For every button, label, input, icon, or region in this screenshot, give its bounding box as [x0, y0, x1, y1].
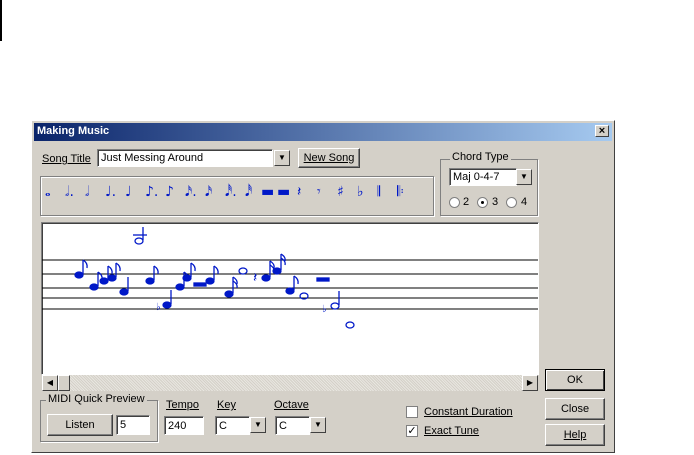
chord-radio-3-label: 3: [492, 196, 499, 208]
palette-note-icon[interactable]: ♭: [357, 184, 364, 200]
note-flat-half[interactable]: ♭: [322, 291, 340, 315]
octave-select[interactable]: C: [275, 416, 310, 435]
palette-note-icon[interactable]: ▬: [261, 184, 274, 200]
palette-note-icon[interactable]: 𝄂: [377, 184, 380, 200]
midi-count-value: 5: [120, 419, 127, 431]
chord-radio-2-label: 2: [463, 196, 470, 208]
title-bar: Making Music ×: [34, 123, 612, 141]
note-whole-low[interactable]: [345, 321, 355, 329]
listen-button[interactable]: Listen: [47, 414, 113, 436]
rest-half[interactable]: [193, 282, 207, 287]
dialog-title: Making Music: [37, 125, 110, 137]
palette-note-icon[interactable]: 𝅘𝅥𝅯: [205, 184, 212, 200]
constant-duration-label: Constant Duration: [424, 406, 513, 418]
song-title-value: Just Messing Around: [101, 152, 204, 164]
midi-preview-title: MIDI Quick Preview: [46, 393, 147, 405]
palette-note-icon[interactable]: ♪.: [145, 184, 158, 200]
note-quarter[interactable]: [119, 277, 129, 296]
key-dropdown-icon[interactable]: ▼: [250, 417, 266, 433]
palette-note-icon[interactable]: ♯: [337, 184, 344, 200]
close-button[interactable]: Close: [545, 398, 605, 420]
note-eighth[interactable]: [145, 265, 159, 285]
new-song-button[interactable]: New Song: [298, 148, 360, 168]
palette-note-icon[interactable]: 𝅘𝅥𝅯.: [185, 184, 197, 200]
chord-radio-3[interactable]: [477, 197, 488, 208]
note-sixteenth[interactable]: [224, 276, 238, 298]
close-window-button[interactable]: ×: [595, 125, 609, 137]
palette-note-icon[interactable]: 𝅗𝅥.: [65, 184, 74, 200]
key-label: Key: [217, 399, 236, 411]
chord-radio-4[interactable]: [506, 197, 517, 208]
palette-note-icon[interactable]: 𝅘𝅥𝅰: [245, 184, 252, 200]
tempo-label: Tempo: [166, 399, 200, 411]
key-select[interactable]: C: [215, 416, 250, 435]
scroll-thumb[interactable]: [58, 375, 70, 391]
octave-value: C: [279, 420, 287, 432]
constant-duration-checkbox[interactable]: [406, 406, 418, 418]
palette-note-icon[interactable]: 𝅗𝅥: [85, 184, 89, 200]
rest-whole[interactable]: [316, 277, 330, 282]
song-title-combobox[interactable]: Just Messing Around: [97, 149, 273, 167]
palette-note-icon[interactable]: 𝅘𝅥𝅰.: [225, 184, 237, 200]
note-eighth[interactable]: [74, 259, 88, 279]
note-sixteenth[interactable]: [261, 260, 275, 282]
note-half-high[interactable]: [133, 227, 147, 245]
song-title-dropdown-icon[interactable]: ▼: [274, 150, 290, 166]
staff-svg: ♭ 𝄽 ♭: [42, 227, 538, 329]
midi-count-input[interactable]: 5: [116, 415, 150, 435]
palette-note-icon[interactable]: 𝄾: [317, 184, 321, 200]
chord-type-select[interactable]: Maj 0-4-7: [449, 168, 517, 186]
palette-note-icon[interactable]: 𝄆: [397, 184, 404, 200]
palette-note-icon[interactable]: 𝅝: [45, 184, 51, 200]
tempo-input[interactable]: 240: [164, 416, 204, 435]
note-flat-chord[interactable]: ♭: [156, 290, 172, 313]
chord-radio-4-label: 4: [521, 196, 528, 208]
chord-radio-2[interactable]: [449, 197, 460, 208]
exact-tune-checkbox[interactable]: ✓: [406, 425, 418, 437]
rest-quarter[interactable]: 𝄽: [253, 270, 257, 286]
making-music-dialog: Making Music × Song Title Just Messing A…: [31, 120, 615, 453]
chord-dropdown-icon[interactable]: ▼: [516, 169, 532, 185]
svg-text:♭: ♭: [322, 304, 327, 315]
exact-tune-label: Exact Tune: [424, 425, 480, 437]
svg-text:♭: ♭: [156, 302, 161, 313]
note-eighth[interactable]: [205, 265, 219, 285]
song-title-label: Song Title: [42, 153, 91, 165]
note-whole[interactable]: [238, 267, 248, 275]
note-eighth[interactable]: [285, 275, 299, 295]
note-sixteenth[interactable]: [272, 253, 286, 275]
palette-note-icon[interactable]: ♩: [125, 184, 132, 200]
chord-type-value: Maj 0-4-7: [453, 171, 500, 183]
note-eighth[interactable]: [107, 262, 121, 282]
staff-scrollbar[interactable]: ◀ ▶: [42, 375, 538, 391]
text-cursor: [0, 0, 2, 41]
staff-canvas[interactable]: ♭ 𝄽 ♭: [41, 222, 539, 375]
help-label: Help: [563, 429, 587, 441]
palette-note-icon[interactable]: 𝄽: [297, 184, 301, 200]
scroll-left-icon[interactable]: ◀: [42, 375, 58, 391]
note-palette: 𝅝 𝅗𝅥. 𝅗𝅥 ♩. ♩ ♪. ♪ 𝅘𝅥𝅯. 𝅘𝅥𝅯 𝅘𝅥𝅰. 𝅘𝅥𝅰 ▬ ▬ 𝄽 𝄾 ♯ ♭ 𝄂 𝄆: [40, 176, 434, 216]
octave-dropdown-icon[interactable]: ▼: [310, 417, 326, 433]
scroll-right-icon[interactable]: ▶: [522, 375, 538, 391]
chord-type-title: Chord Type: [450, 151, 511, 163]
key-value: C: [219, 420, 227, 432]
palette-note-icon[interactable]: ♪: [165, 184, 174, 200]
new-song-label: New Song: [303, 152, 355, 164]
help-button[interactable]: Help: [545, 424, 605, 446]
palette-note-icon[interactable]: ▬: [277, 184, 290, 200]
ok-button[interactable]: OK: [545, 369, 605, 391]
tempo-value: 240: [168, 420, 187, 432]
palette-note-icon[interactable]: ♩.: [105, 184, 116, 200]
octave-label: Octave: [274, 399, 309, 411]
